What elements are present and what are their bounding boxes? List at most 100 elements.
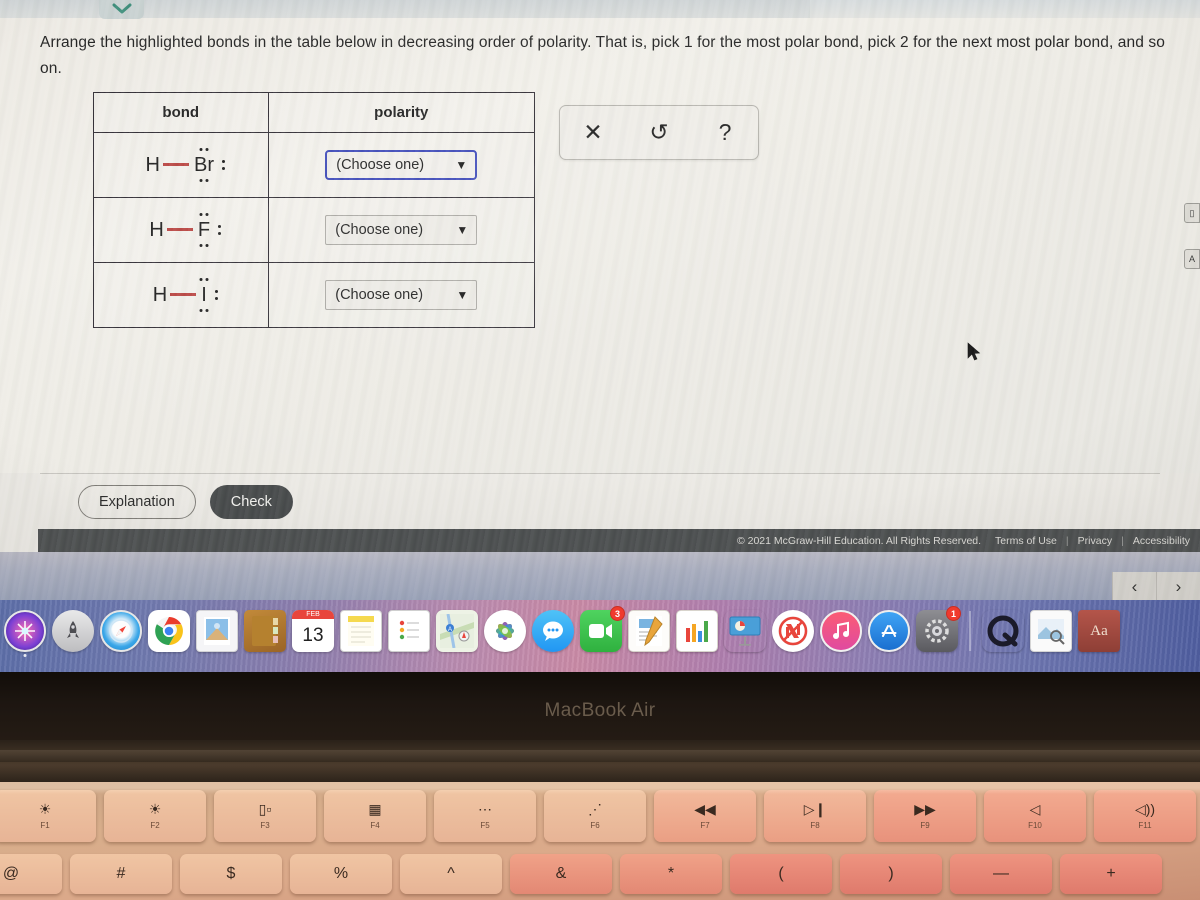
check-button[interactable]: Check xyxy=(209,484,293,519)
dock-icon-notes[interactable] xyxy=(340,610,382,652)
key-label: $ xyxy=(226,865,236,882)
lone-pair-top xyxy=(199,147,209,151)
explanation-button[interactable]: Explanation xyxy=(78,484,196,519)
polarity-cell-hbr: (Choose one) ▼ xyxy=(267,132,536,198)
macbook-air-label: MacBook Air xyxy=(544,700,656,721)
polarity-select-hi[interactable]: (Choose one) ▼ xyxy=(325,280,478,310)
key-caret[interactable]: ^ xyxy=(400,854,502,894)
dock-icon-chrome[interactable] xyxy=(148,610,190,652)
key-f3[interactable]: ▯▫ F3 xyxy=(214,790,316,842)
macos-dock: FEB 13 A 3 1 Aa xyxy=(0,600,1200,672)
atom-symbol: I xyxy=(201,283,207,306)
lewis-structure-hi: H I xyxy=(153,277,218,312)
lone-pair-top xyxy=(199,277,209,281)
calendar-month: FEB xyxy=(292,610,334,619)
key-hash[interactable]: # xyxy=(70,854,172,894)
key-f2[interactable]: ☀ F2 xyxy=(104,790,206,842)
accessibility-link[interactable]: Accessibility xyxy=(1133,535,1190,547)
polarity-select-hbr[interactable]: (Choose one) ▼ xyxy=(325,150,478,180)
bond-polarity-table: bond polarity H Br (Choose one) ▼ H F (C… xyxy=(93,92,536,328)
atom-group-br: Br xyxy=(192,147,225,182)
dock-icon-quicktime[interactable] xyxy=(982,610,1024,652)
chevron-down-icon: ▼ xyxy=(455,158,468,172)
help-icon[interactable]: ? xyxy=(705,114,745,152)
dock-icon-mail[interactable] xyxy=(196,610,238,652)
browser-top-strip-right xyxy=(810,0,1200,18)
bond-cell-hbr: H Br xyxy=(93,132,269,198)
dock-icon-keynote[interactable] xyxy=(724,610,766,652)
key-plus[interactable]: + xyxy=(1060,854,1162,894)
key-f7[interactable]: ◀◀ F7 xyxy=(654,790,756,842)
key-minus[interactable]: — xyxy=(950,854,1052,894)
key-label: @ xyxy=(2,865,20,882)
highlighted-bond-line xyxy=(166,228,193,231)
lone-pair-right xyxy=(218,224,222,235)
dock-icon-calendar[interactable]: FEB 13 xyxy=(292,610,334,652)
clear-icon[interactable]: ✕ xyxy=(573,114,613,152)
next-page-button[interactable]: › xyxy=(1156,572,1200,600)
key-label: & xyxy=(555,865,567,882)
key-paren-open[interactable]: ( xyxy=(730,854,832,894)
dock-icon-dictionary[interactable]: Aa xyxy=(1078,610,1120,652)
dock-icon-music[interactable] xyxy=(820,610,862,652)
dock-icon-reminders[interactable] xyxy=(388,610,430,652)
key-f1[interactable]: ☀ F1 xyxy=(0,790,96,842)
dock-icon-facetime[interactable]: 3 xyxy=(580,606,625,652)
dock-icon-contacts[interactable] xyxy=(244,610,286,652)
previous-page-button[interactable]: ‹ xyxy=(1112,572,1156,600)
select-value: (Choose one) xyxy=(336,157,425,173)
key-percent[interactable]: % xyxy=(290,854,392,894)
undo-icon[interactable]: ↺ xyxy=(639,114,679,152)
page-navigation: ‹ › xyxy=(1112,572,1200,600)
dock-icon-siri[interactable] xyxy=(4,610,46,657)
privacy-link[interactable]: Privacy xyxy=(1078,535,1112,547)
launchpad-icon: ▦ xyxy=(368,801,382,817)
key-f6[interactable]: ⋰ F6 xyxy=(544,790,646,842)
dock-icon-safari[interactable] xyxy=(100,610,142,652)
mouse-cursor xyxy=(967,342,981,367)
dock-icon-row: FEB 13 A 3 1 Aa xyxy=(4,606,1120,657)
highlighted-bond-line xyxy=(170,293,197,296)
key-f11[interactable]: ◁)) F11 xyxy=(1094,790,1196,842)
key-paren-close[interactable]: ) xyxy=(840,854,942,894)
key-at[interactable]: @ xyxy=(0,854,62,894)
key-label: F6 xyxy=(590,821,600,830)
key-label: % xyxy=(333,865,349,882)
lewis-structure-hbr: H Br xyxy=(145,147,225,182)
key-ampersand[interactable]: & xyxy=(510,854,612,894)
key-f10[interactable]: ◁ F10 xyxy=(984,790,1086,842)
key-dollar[interactable]: $ xyxy=(180,854,282,894)
dock-icon-system-preferences[interactable]: 1 xyxy=(916,606,961,652)
key-f9[interactable]: ▶▶ F9 xyxy=(874,790,976,842)
chevron-down-icon[interactable] xyxy=(99,0,144,19)
dock-icon-numbers[interactable] xyxy=(676,610,718,652)
key-f4[interactable]: ▦ F4 xyxy=(324,790,426,842)
dock-icon-maps[interactable]: A xyxy=(436,610,478,652)
rewind-icon: ◀◀ xyxy=(694,801,716,817)
dock-icon-preview[interactable] xyxy=(1030,610,1072,652)
terms-of-use-link[interactable]: Terms of Use xyxy=(995,535,1057,547)
dock-icon-photos[interactable] xyxy=(484,610,526,652)
lone-pair-bottom xyxy=(199,243,209,247)
key-label: F2 xyxy=(150,821,160,830)
atom-h: H xyxy=(145,153,160,176)
dock-icon-pages[interactable] xyxy=(628,610,670,652)
dock-icon-messages[interactable] xyxy=(532,610,574,652)
key-f5[interactable]: ⋯ F5 xyxy=(434,790,536,842)
bond-cell-hi: H I xyxy=(93,262,269,328)
play-pause-icon: ▷❙ xyxy=(803,801,827,817)
dock-icon-app-store[interactable] xyxy=(868,610,910,652)
brightness-down-icon: ☀ xyxy=(38,801,52,817)
atom-symbol: Br xyxy=(193,153,214,176)
dictionary-label: Aa xyxy=(1090,622,1108,639)
laptop-bezel: MacBook Air xyxy=(0,672,1200,740)
key-f8[interactable]: ▷❙ F8 xyxy=(764,790,866,842)
brightness-up-icon: ☀ xyxy=(148,801,162,817)
dock-icon-launchpad[interactable] xyxy=(52,610,94,652)
edge-widget-top[interactable]: ▯ xyxy=(1184,203,1200,223)
dock-icon-news[interactable] xyxy=(772,610,814,652)
edge-widget-accessibility[interactable]: A xyxy=(1184,249,1200,269)
key-label: F7 xyxy=(700,821,710,830)
polarity-select-hf[interactable]: (Choose one) ▼ xyxy=(325,215,478,245)
key-asterisk[interactable]: * xyxy=(620,854,722,894)
